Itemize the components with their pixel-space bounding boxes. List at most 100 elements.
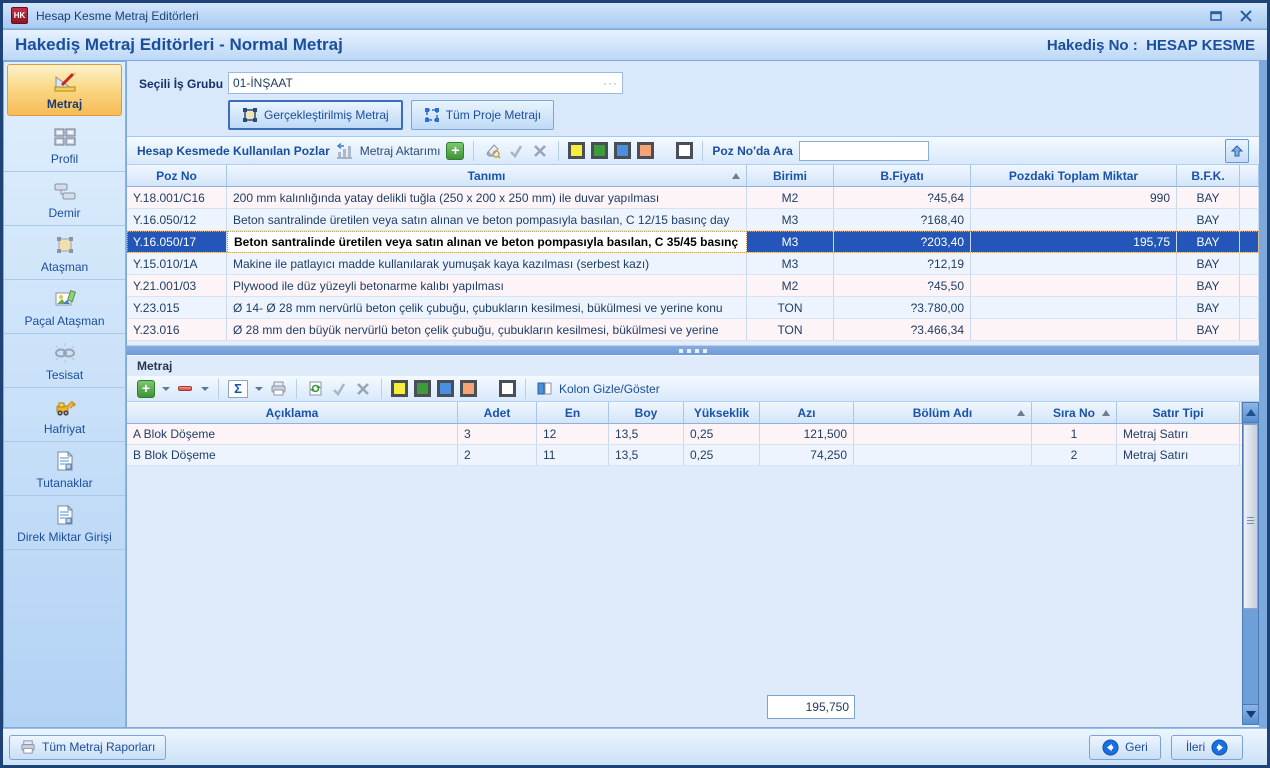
orange-filter-swatch[interactable] bbox=[637, 142, 654, 159]
sum-icon[interactable]: Σ bbox=[228, 380, 248, 398]
col-bfiyati[interactable]: B.Fiyatı bbox=[834, 165, 971, 187]
sidebar-item-pacal-atasman[interactable]: Paçal Ataşman bbox=[4, 280, 125, 334]
cell-boy: 13,5 bbox=[609, 424, 684, 444]
columns-icon bbox=[535, 380, 553, 398]
metraj-row[interactable]: A Blok Döşeme 3 12 13,5 0,25 121,500 1 M… bbox=[127, 424, 1242, 445]
scroll-up-button[interactable] bbox=[1243, 403, 1258, 423]
workgroup-value: 01-İNŞAAT bbox=[233, 76, 293, 90]
ruler-pencil-icon bbox=[52, 69, 78, 95]
blue-filter-swatch[interactable] bbox=[614, 142, 631, 159]
metraj-row[interactable]: B Blok Döşeme 2 11 13,5 0,25 74,250 2 Me… bbox=[127, 445, 1242, 466]
cell-bfk: BAY bbox=[1177, 297, 1240, 318]
blue-filter-swatch[interactable] bbox=[437, 380, 454, 397]
cancel-icon[interactable] bbox=[354, 380, 372, 398]
add-row-caret-icon[interactable] bbox=[162, 387, 170, 391]
cell-bolum bbox=[854, 424, 1032, 444]
clear-filter-icon[interactable] bbox=[483, 142, 501, 160]
maximize-button[interactable] bbox=[1209, 10, 1223, 22]
poz-row[interactable]: Y.21.001/03 Plywood ile düz yüzeyli beto… bbox=[127, 275, 1259, 297]
sidebar-item-hafriyat[interactable]: Hafriyat bbox=[4, 388, 125, 442]
workgroup-input[interactable]: 01-İNŞAAT ··· bbox=[228, 72, 623, 94]
cell-tip: Metraj Satırı bbox=[1117, 424, 1240, 444]
app-window: HK Hesap Kesme Metraj Editörleri Hakediş… bbox=[0, 0, 1270, 768]
remove-row-caret-icon[interactable] bbox=[201, 387, 209, 391]
vertical-scrollbar[interactable] bbox=[1242, 402, 1259, 725]
print-icon[interactable] bbox=[269, 380, 287, 398]
col-yukseklik[interactable]: Yükseklik bbox=[684, 402, 760, 424]
cell-yukseklik: 0,25 bbox=[684, 424, 760, 444]
col-aciklama[interactable]: Açıklama bbox=[127, 402, 458, 424]
sidebar-item-atasman[interactable]: Ataşman bbox=[4, 226, 125, 280]
col-en[interactable]: En bbox=[537, 402, 609, 424]
confirm-icon[interactable] bbox=[507, 142, 525, 160]
poz-row[interactable]: Y.23.016 Ø 28 mm den büyük nervürlü beto… bbox=[127, 319, 1259, 341]
metraj-transfer-label[interactable]: Metraj Aktarımı bbox=[360, 144, 441, 158]
cell-yukseklik: 0,25 bbox=[684, 445, 760, 465]
sidebar-item-profil[interactable]: Profil bbox=[4, 118, 125, 172]
green-filter-swatch[interactable] bbox=[414, 380, 431, 397]
columns-toggle-label[interactable]: Kolon Gizle/Göster bbox=[559, 382, 660, 396]
sidebar-item-demir[interactable]: Demir bbox=[4, 172, 125, 226]
col-bolum-adi[interactable]: Bölüm Adı bbox=[854, 402, 1032, 424]
back-button[interactable]: Geri bbox=[1089, 735, 1161, 760]
poz-row-selected[interactable]: Y.16.050/17 Beton santralinde üretilen v… bbox=[127, 231, 1259, 253]
sum-caret-icon[interactable] bbox=[255, 387, 263, 391]
close-button[interactable] bbox=[1239, 10, 1253, 22]
cell-miktar bbox=[971, 209, 1177, 230]
cell-tanim: Ø 28 mm den büyük nervürlü beton çelik ç… bbox=[227, 319, 747, 340]
yellow-filter-swatch[interactable] bbox=[391, 380, 408, 397]
orange-filter-swatch[interactable] bbox=[460, 380, 477, 397]
add-row-icon[interactable]: + bbox=[137, 380, 155, 398]
col-satir-tipi[interactable]: Satır Tipi bbox=[1117, 402, 1240, 424]
all-metraj-reports-button[interactable]: Tüm Metraj Raporları bbox=[9, 735, 166, 760]
ellipsis-button[interactable]: ··· bbox=[603, 76, 618, 90]
sidebar-item-direk-miktar-girisi[interactable]: Direk Miktar Girişi bbox=[4, 496, 125, 550]
back-label: Geri bbox=[1125, 740, 1148, 754]
cell-poz: Y.16.050/12 bbox=[127, 209, 227, 230]
refresh-icon[interactable] bbox=[306, 380, 324, 398]
green-filter-swatch[interactable] bbox=[591, 142, 608, 159]
col-bfk[interactable]: B.F.K. bbox=[1177, 165, 1240, 187]
col-birimi[interactable]: Birimi bbox=[747, 165, 834, 187]
horizontal-splitter[interactable] bbox=[127, 345, 1259, 355]
poz-search-input[interactable] bbox=[799, 141, 929, 161]
cell-bfk: BAY bbox=[1177, 253, 1240, 274]
col-bolum-adi-label: Bölüm Adı bbox=[913, 406, 973, 420]
col-boy[interactable]: Boy bbox=[609, 402, 684, 424]
collapse-up-button[interactable] bbox=[1225, 139, 1249, 163]
all-project-metraj-button[interactable]: Tüm Proje Metrajı bbox=[411, 100, 554, 130]
sidebar: Metraj Profil bbox=[4, 62, 126, 727]
poz-row[interactable]: Y.18.001/C16 200 mm kalınlığında yatay d… bbox=[127, 187, 1259, 209]
white-filter-swatch[interactable] bbox=[676, 142, 693, 159]
cancel-icon[interactable] bbox=[531, 142, 549, 160]
next-button[interactable]: İleri bbox=[1171, 735, 1243, 760]
pozlar-table-header: Poz No Tanımı Birimi B.Fiyatı Pozdaki To… bbox=[127, 165, 1259, 187]
confirm-icon[interactable] bbox=[330, 380, 348, 398]
sidebar-item-tesisat[interactable]: Tesisat bbox=[4, 334, 125, 388]
sidebar-item-tutanaklar[interactable]: Tutanaklar bbox=[4, 442, 125, 496]
realized-metraj-button[interactable]: Gerçekleştirilmiş Metraj bbox=[228, 100, 403, 130]
scroll-down-button[interactable] bbox=[1243, 704, 1258, 724]
poz-row[interactable]: Y.15.010/1A Makine ile patlayıcı madde k… bbox=[127, 253, 1259, 275]
sort-asc-icon bbox=[1017, 410, 1025, 416]
page-header: Hakediş Metraj Editörleri - Normal Metra… bbox=[3, 30, 1267, 61]
col-pozdaki-toplam-miktar[interactable]: Pozdaki Toplam Miktar bbox=[971, 165, 1177, 187]
col-sira-no[interactable]: Sıra No bbox=[1032, 402, 1117, 424]
cell-tip: Metraj Satırı bbox=[1117, 445, 1240, 465]
cell-tanim: Beton santralinde üretilen veya satın al… bbox=[227, 209, 747, 230]
poz-row[interactable]: Y.16.050/12 Beton santralinde üretilen v… bbox=[127, 209, 1259, 231]
remove-row-icon[interactable] bbox=[176, 380, 194, 398]
main-content: Seçili İş Grubu 01-İNŞAAT ··· Gerçekleşt… bbox=[127, 61, 1259, 727]
col-tanimi[interactable]: Tanımı bbox=[227, 165, 747, 187]
all-metraj-reports-label: Tüm Metraj Raporları bbox=[42, 740, 155, 754]
col-adet[interactable]: Adet bbox=[458, 402, 537, 424]
white-filter-swatch[interactable] bbox=[499, 380, 516, 397]
yellow-filter-swatch[interactable] bbox=[568, 142, 585, 159]
poz-row[interactable]: Y.23.015 Ø 14- Ø 28 mm nervürlü beton çe… bbox=[127, 297, 1259, 319]
col-azi[interactable]: Azı bbox=[760, 402, 854, 424]
col-poz-no[interactable]: Poz No bbox=[127, 165, 227, 187]
add-icon[interactable]: + bbox=[446, 142, 464, 160]
sidebar-item-metraj[interactable]: Metraj bbox=[7, 64, 122, 116]
cell-tanim: Plywood ile düz yüzeyli betonarme kalıbı… bbox=[227, 275, 747, 296]
scrollbar-thumb[interactable] bbox=[1243, 424, 1258, 609]
